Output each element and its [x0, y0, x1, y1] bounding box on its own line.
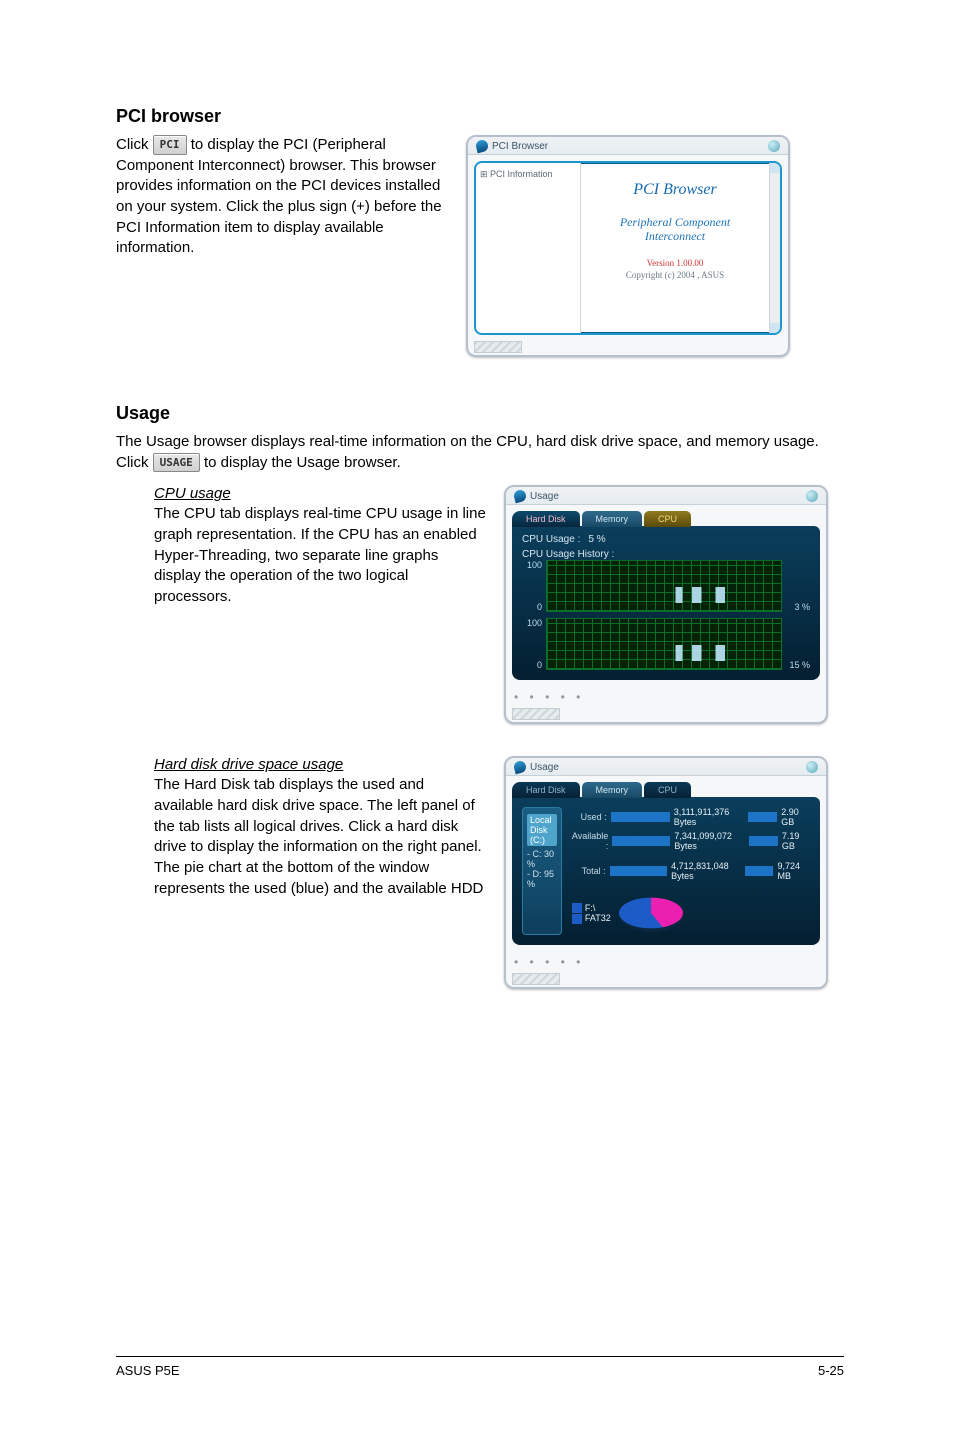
cpu-graph-2 [546, 618, 782, 670]
footer-left: ASUS P5E [116, 1363, 180, 1378]
app-icon [475, 139, 490, 154]
usage-tabs: Hard Disk Memory CPU [512, 511, 820, 527]
close-icon[interactable] [768, 140, 780, 152]
footer-right: 5-25 [818, 1363, 844, 1378]
pci-heading: PCI browser [116, 106, 844, 127]
axis-100b: 100 [527, 618, 542, 628]
resize-grip [512, 973, 560, 985]
usage-cpu-wtitle: Usage [530, 491, 559, 502]
scrollbar[interactable] [769, 163, 780, 333]
cpu-history-label: CPU Usage History : [522, 549, 810, 560]
legend-f: F:\ [585, 903, 596, 913]
tab-cpu[interactable]: CPU [644, 782, 691, 798]
cpu-paragraph: The CPU tab displays real-time CPU usage… [154, 504, 486, 607]
close-icon[interactable] [806, 490, 818, 502]
pager-dots: • • • • • [506, 951, 826, 973]
axis-0b: 0 [537, 660, 542, 670]
drive-list: Local Disk (C:) - C: 30 % - D: 95 % [522, 807, 562, 935]
usage-hd-window: Usage Hard Disk Memory CPU Local Disk (C… [504, 756, 828, 989]
tab-cpu[interactable]: CPU [644, 511, 691, 527]
used-gb: 2.90 GB [781, 807, 810, 827]
hd-paragraph: The Hard Disk tab displays the used and … [154, 775, 486, 899]
legend-fat: FAT32 [585, 913, 611, 923]
cpu-subheading: CPU usage [154, 485, 486, 502]
pci-paragraph: Click PCI to display the PCI (Peripheral… [116, 135, 448, 259]
pager-dots: • • • • • [506, 686, 826, 708]
cpu-pct-1: 3 % [786, 602, 810, 612]
usage-hd-titlebar: Usage [506, 758, 826, 776]
drive-c[interactable]: - C: 30 % [527, 849, 557, 869]
resize-grip [512, 708, 560, 720]
pci-tree-panel: ⊞ PCI Information [476, 163, 581, 333]
page-footer: ASUS P5E 5-25 [116, 1356, 844, 1378]
used-label: Used : [572, 812, 607, 822]
avail-label: Available : [572, 831, 608, 851]
used-bytes: 3,111,911,376 Bytes [674, 807, 744, 827]
axis-0: 0 [537, 602, 542, 612]
tab-memory[interactable]: Memory [582, 511, 643, 527]
usage-heading: Usage [116, 403, 844, 424]
avail-gb: 7.19 GB [782, 831, 810, 851]
pci-window: PCI Browser ⊞ PCI Information PCI Browse… [466, 135, 790, 357]
drive-details: Used : 3,111,911,376 Bytes 2.90 GB Avail… [572, 807, 810, 935]
pci-window-title: PCI Browser [492, 141, 548, 152]
cpu-pct-2: 15 % [786, 660, 810, 670]
app-icon [513, 760, 528, 775]
app-icon [513, 489, 528, 504]
usage-cpu-titlebar: Usage [506, 487, 826, 505]
total-bytes: 4,712,831,048 Bytes [671, 861, 741, 881]
resize-grip [474, 341, 522, 353]
cpu-usage-label: CPU Usage : [522, 534, 580, 545]
pci-tree-item[interactable]: ⊞ PCI Information [480, 169, 576, 180]
pci-main-title: PCI Browser [633, 181, 716, 199]
pie-legend: F:\ FAT32 [572, 903, 611, 924]
usage-button-inline: USAGE [153, 453, 200, 472]
pci-version: Version 1.00.00 [647, 258, 704, 268]
pci-pre: Click [116, 136, 153, 153]
pci-window-titlebar: PCI Browser [468, 137, 788, 155]
tab-harddisk[interactable]: Hard Disk [512, 511, 580, 527]
axis-100: 100 [527, 560, 542, 570]
avail-bytes: 7,341,099,072 Bytes [674, 831, 744, 851]
usage-hd-wtitle: Usage [530, 762, 559, 773]
pci-button-inline: PCI [153, 135, 187, 154]
close-icon[interactable] [806, 761, 818, 773]
pci-sub2: Interconnect [645, 229, 705, 243]
pie-chart [619, 898, 683, 929]
pci-copyright: Copyright (c) 2004 , ASUS [626, 270, 724, 280]
usage-hd-tabs: Hard Disk Memory CPU [512, 782, 820, 798]
drive-selected[interactable]: Local Disk (C:) [527, 814, 557, 846]
tab-harddisk[interactable]: Hard Disk [512, 782, 580, 798]
usage-cpu-window: Usage Hard Disk Memory CPU CPU Usage : 5… [504, 485, 828, 724]
pci-main-panel: PCI Browser Peripheral Component Interco… [581, 163, 769, 333]
drive-d[interactable]: - D: 95 % [527, 869, 557, 889]
cpu-graph-1 [546, 560, 782, 612]
cpu-usage-value: 5 % [588, 534, 605, 545]
pci-sub1: Peripheral Component [620, 215, 730, 229]
hd-subheading: Hard disk drive space usage [154, 756, 486, 773]
usage-intro: The Usage browser displays real-time inf… [116, 432, 844, 473]
tab-memory[interactable]: Memory [582, 782, 643, 798]
total-label: Total : [572, 866, 606, 876]
usage-intro-post: to display the Usage browser. [204, 454, 401, 471]
total-mb: 9,724 MB [777, 861, 810, 881]
